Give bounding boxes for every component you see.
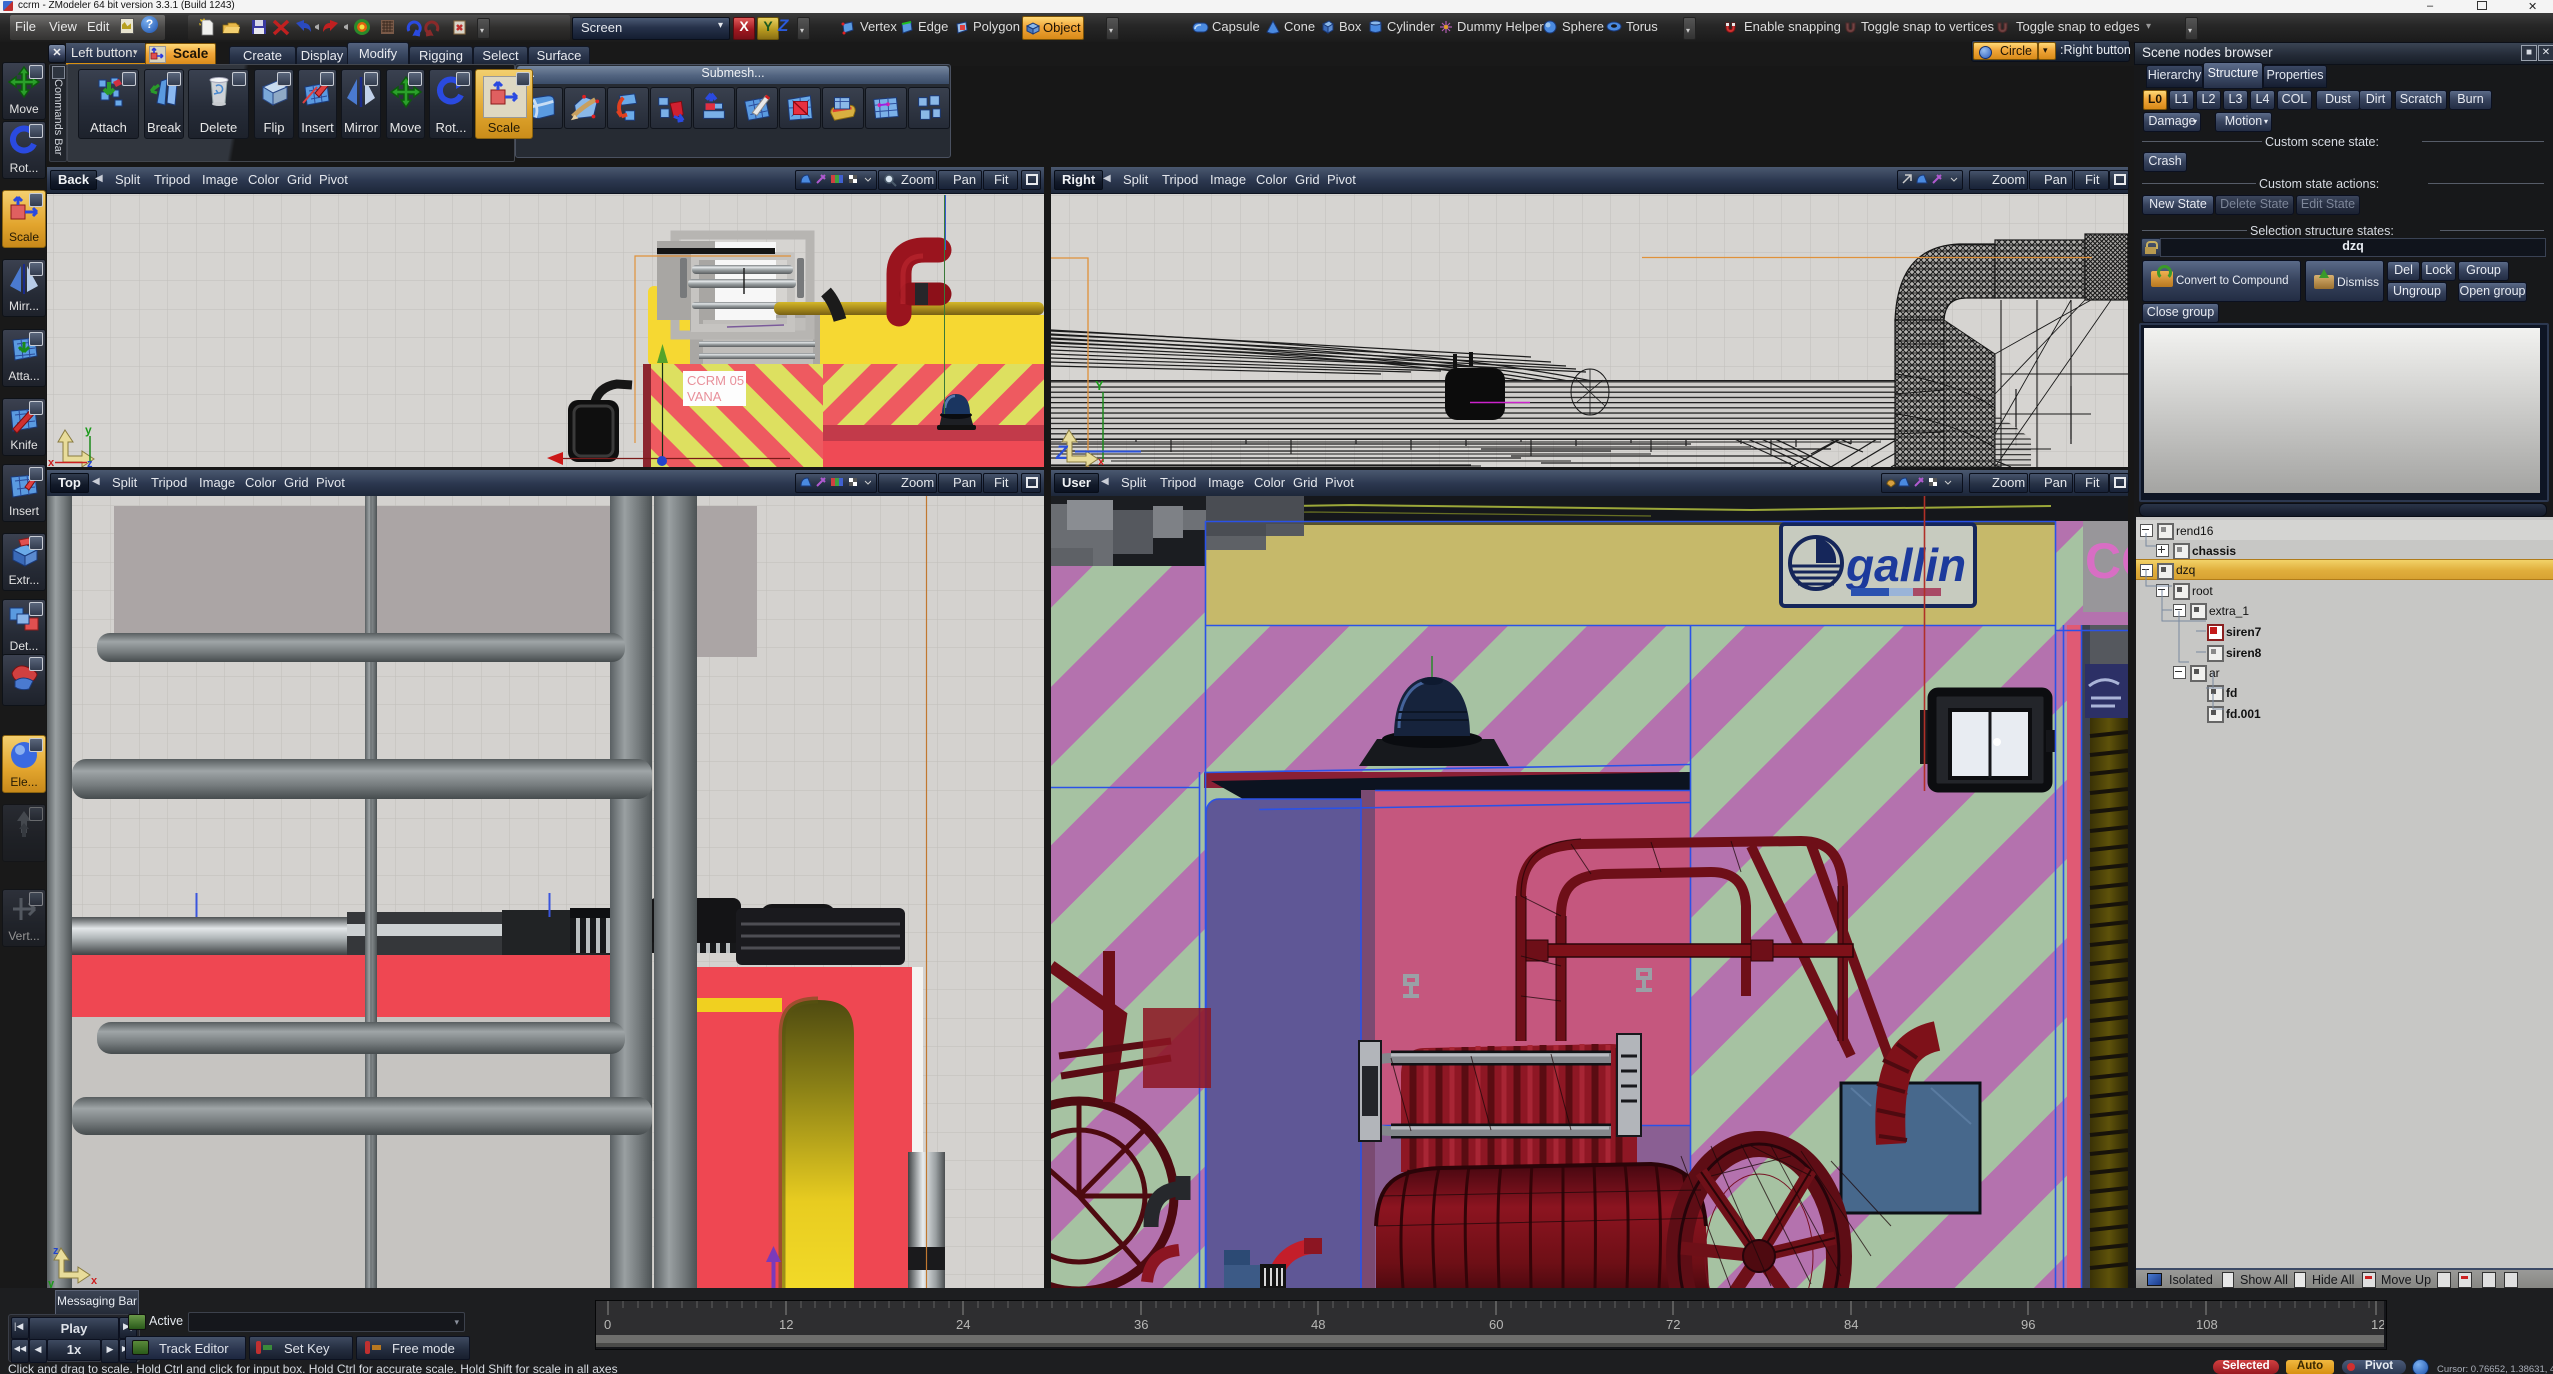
svg-text:48: 48: [1311, 1317, 1325, 1332]
svg-text:36: 36: [1134, 1317, 1148, 1332]
svg-text:84: 84: [1844, 1317, 1858, 1332]
svg-text:x: x: [91, 1275, 98, 1287]
svg-text:x: x: [48, 457, 55, 467]
svg-text:72: 72: [1666, 1317, 1680, 1332]
svg-text:CCRM 05: CCRM 05: [687, 373, 744, 388]
svg-text:0: 0: [604, 1317, 611, 1332]
svg-text:y: y: [85, 423, 92, 437]
svg-text:Y: Y: [1095, 378, 1104, 393]
svg-text:x: x: [1098, 456, 1105, 467]
svg-text:z: z: [53, 1245, 59, 1257]
svg-text:y: y: [48, 1278, 55, 1288]
svg-text:12: 12: [2371, 1317, 2384, 1332]
svg-text:12: 12: [779, 1317, 793, 1332]
svg-text:gallin: gallin: [1845, 539, 1966, 591]
svg-text:108: 108: [2196, 1317, 2218, 1332]
svg-text:60: 60: [1489, 1317, 1503, 1332]
svg-text:Z: Z: [1055, 443, 1069, 464]
svg-text:24: 24: [956, 1317, 970, 1332]
svg-text:96: 96: [2021, 1317, 2035, 1332]
svg-text:VANA: VANA: [687, 389, 722, 404]
svg-text:z: z: [87, 458, 93, 467]
svg-text:CC: CC: [2085, 533, 2128, 589]
